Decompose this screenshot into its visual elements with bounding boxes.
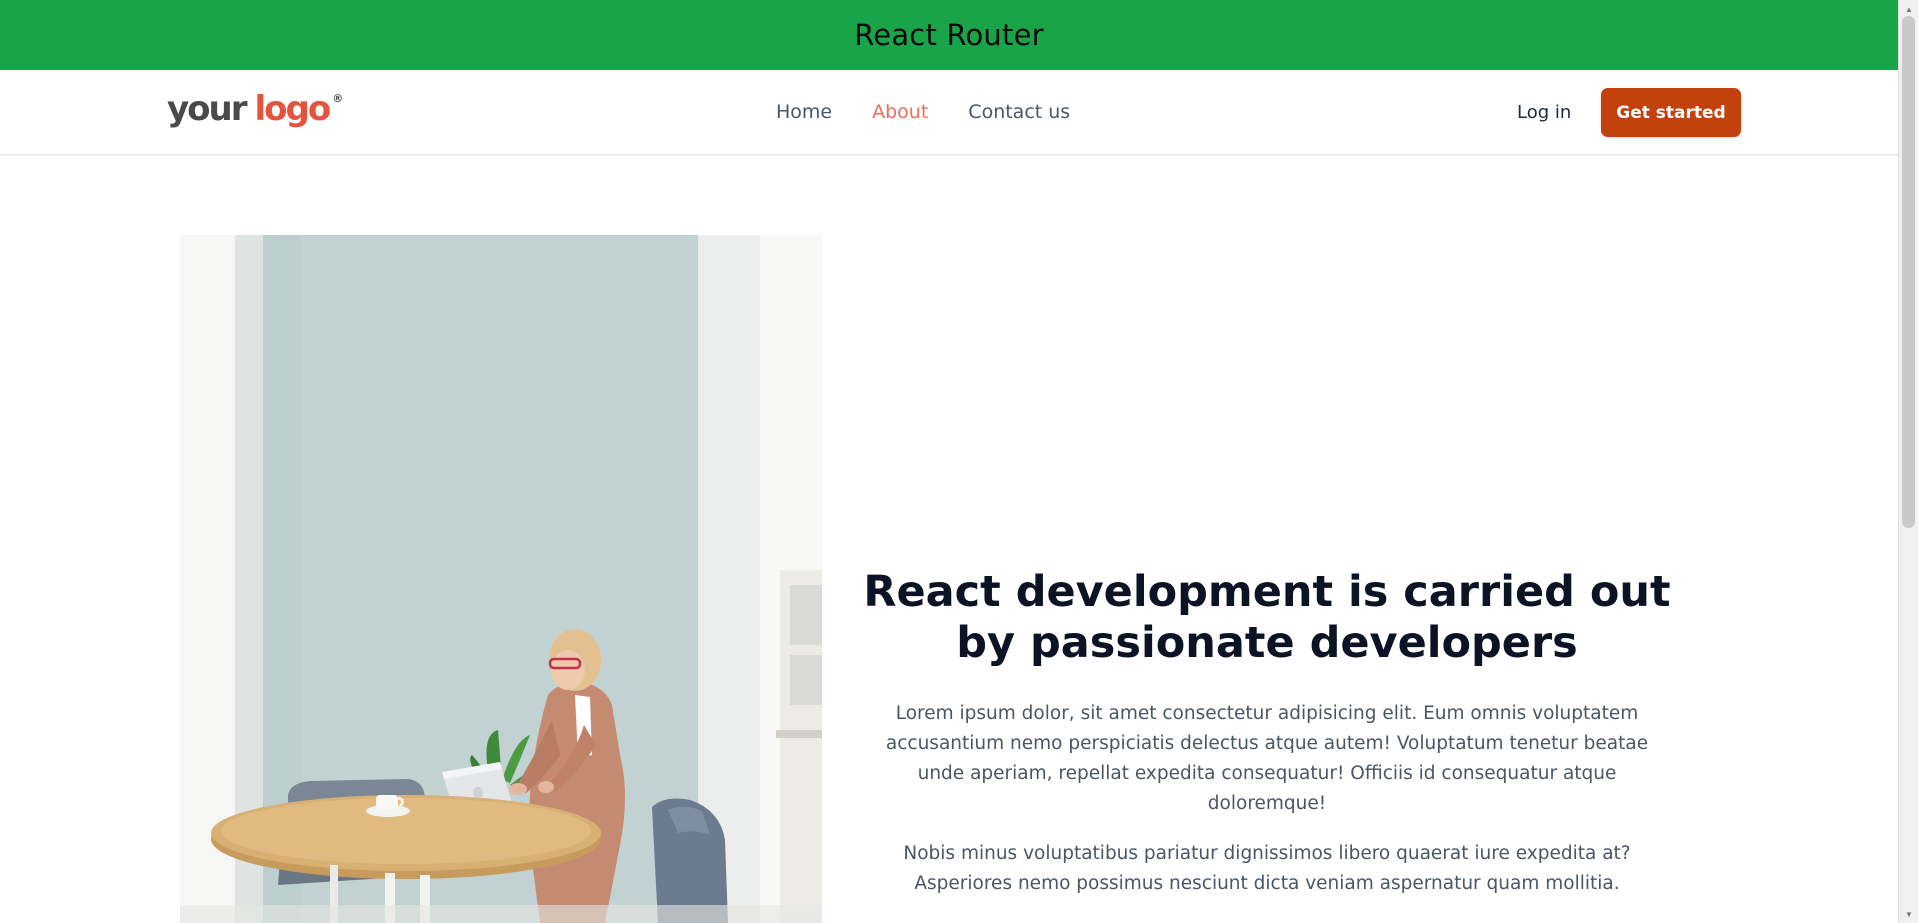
photo-office-woman-laptop-icon [180,235,822,923]
top-banner: React Router [0,0,1898,70]
logo-word-logo: logo [254,89,332,129]
logo-word-your: your [167,89,247,129]
hero-text: React development is carried out by pass… [862,567,1672,899]
scroll-up-arrow-icon[interactable]: ▲ [1899,2,1918,16]
page-scrollbar[interactable]: ▲ ▼ [1898,0,1918,923]
registered-mark-icon: ® [332,92,344,105]
scrollbar-thumb[interactable] [1902,16,1915,528]
main-nav: Home About Contact us [776,70,1110,154]
hero-heading: React development is carried out by pass… [863,567,1671,668]
scroll-down-arrow-icon[interactable]: ▼ [1899,907,1918,921]
nav-link-home[interactable]: Home [776,101,832,123]
hero-image [180,235,822,923]
nav-link-contact[interactable]: Contact us [968,101,1070,123]
login-link[interactable]: Log in [1517,70,1571,154]
hero-paragraph-2: Nobis minus voluptatibus pariatur dignis… [903,843,1631,894]
hero-paragraph-1: Lorem ipsum dolor, sit amet consectetur … [885,703,1649,814]
navbar: your logo ® Home About Contact us Log in… [0,70,1898,155]
banner-title: React Router [854,18,1044,52]
nav-link-about[interactable]: About [872,101,928,123]
get-started-button[interactable]: Get started [1601,88,1741,137]
logo[interactable]: your logo ® [167,89,343,133]
